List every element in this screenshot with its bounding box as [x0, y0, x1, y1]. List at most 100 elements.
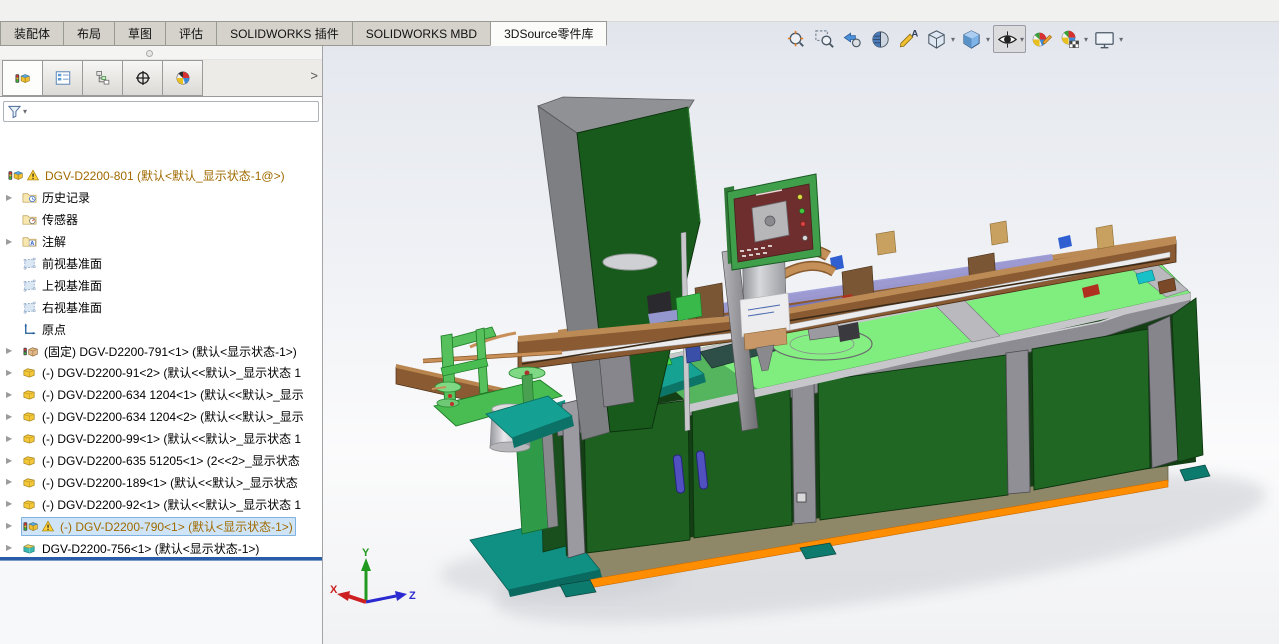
tree-row[interactable]: ▶ (-) DGV-D2200-635 51205<1> (2<<2>_显示状态 [0, 450, 322, 472]
tree-row[interactable]: ▶ (-) DGV-D2200-790<1> (默认<显示状态-1>) [0, 515, 322, 537]
view-settings-dropdown-caret[interactable]: ▾ [1119, 35, 1123, 44]
apply-scene-dropdown-caret[interactable]: ▾ [1084, 35, 1088, 44]
hide-show-items-dropdown-caret[interactable]: ▾ [1020, 35, 1024, 44]
folder-gauge-icon [22, 212, 37, 227]
previous-view-icon[interactable] [839, 26, 865, 52]
view-orientation-icon[interactable] [923, 26, 949, 52]
tree-row-content: 历史记录 [21, 188, 93, 207]
panel-expand-chevron[interactable]: > [310, 68, 318, 83]
panel-splitter[interactable] [0, 46, 322, 60]
tree-row[interactable]: 上视基准面 [0, 274, 322, 296]
filter-funnel-icon[interactable] [7, 104, 22, 119]
apply-scene-icon[interactable] [1056, 26, 1082, 52]
tree-row[interactable]: ▶ (-) DGV-D2200-189<1> (默认<<默认>_显示状态 [0, 471, 322, 493]
part-icon [22, 453, 37, 468]
tree-row[interactable]: ▶ (-) DGV-D2200-634 1204<2> (默认<<默认>_显示 [0, 406, 322, 428]
filter-caret-icon[interactable]: ▾ [23, 107, 27, 116]
annotation-visibility-icon[interactable]: A [895, 26, 921, 52]
tree-row-content: (固定) DGV-D2200-791<1> (默认<显示状态-1>) [21, 342, 300, 361]
tree-row[interactable]: 传感器 [0, 209, 322, 231]
expand-arrow-icon[interactable]: ▶ [6, 434, 21, 443]
plane-icon [22, 300, 37, 315]
expand-arrow-icon[interactable]: ▶ [6, 500, 21, 508]
panel-tab-featuremanager-tree[interactable] [2, 60, 43, 96]
panel-tab-configurationmanager[interactable] [82, 60, 123, 96]
tree-row[interactable]: ▶ DGV-D2200-756<1> (默认<显示状态-1>) [0, 537, 322, 559]
feature-tree: DGV-D2200-801 (默认<默认_显示状态-1@>) ▶ 历史记录 传感器 ▶ A… [0, 165, 322, 603]
panel-bottom-area [0, 561, 322, 644]
tree-item-label: (-) DGV-D2200-790<1> (默认<显示状态-1>) [60, 519, 293, 534]
tree-item-label: (-) DGV-D2200-99<1> (默认<<默认>_显示状态 1 [42, 432, 302, 447]
tree-row-content: (-) DGV-D2200-635 51205<1> (2<<2>_显示状态 [21, 451, 303, 470]
zoom-to-area-icon[interactable] [811, 26, 837, 52]
tree-row[interactable]: 右视基准面 [0, 296, 322, 318]
edit-appearance-icon[interactable] [1028, 26, 1054, 52]
tree-item-label: 上视基准面 [42, 278, 103, 293]
commandmanager-tab-strip: 装配体 布局 草图 评估 SOLIDWORKS 插件 SOLIDWORKS MBD 3DSo… [0, 21, 608, 46]
tab-1[interactable]: 装配体 [0, 21, 64, 46]
tree-item-label: 前视基准面 [42, 257, 103, 271]
tree-item-label: (-) DGV-D2200-635 51205<1> (2<<2>_显示状态 [42, 454, 300, 469]
expand-arrow-icon[interactable]: ▶ [6, 456, 21, 465]
folder-a-icon: A [22, 234, 37, 249]
model-control-panel [724, 173, 822, 271]
svg-text:A: A [911, 28, 918, 39]
zoom-to-fit-icon[interactable] [783, 26, 809, 52]
tree-item-label: 历史记录 [42, 191, 91, 206]
tree-row[interactable]: 原点 [0, 318, 322, 340]
plane-icon [22, 256, 37, 271]
tree-item-label: DGV-D2200-756<1> (默认<显示状态-1>) [42, 541, 260, 556]
part-icon [22, 475, 37, 490]
asm-icon [7, 168, 24, 183]
expand-arrow-icon[interactable]: ▶ [6, 478, 21, 486]
tree-item-label: (-) DGV-D2200-92<1> (默认<<默认>_显示状态 1 [42, 497, 302, 512]
tree-row-content: (-) DGV-D2200-634 1204<2> (默认<<默认>_显示 [21, 407, 307, 426]
tree-row-content: A 注解 [21, 232, 69, 251]
tree-item-label: 右视基准面 [42, 300, 103, 315]
expand-arrow-icon[interactable]: ▶ [6, 412, 21, 421]
tree-row[interactable]: ▶ (-) DGV-D2200-91<2> (默认<<默认>_显示状态 1 [0, 362, 322, 384]
tree-row[interactable]: ▶ (-) DGV-D2200-634 1204<1> (默认<<默认>_显示 [0, 384, 322, 406]
origin-icon [22, 322, 37, 337]
view-orientation-dropdown-caret[interactable]: ▾ [951, 35, 955, 44]
reference-triad: Y Z X [330, 547, 416, 604]
panel-tab-dimxpertmanager[interactable] [122, 60, 163, 96]
expand-arrow-icon[interactable]: ▶ [6, 237, 21, 246]
tree-filter-input[interactable]: ▾ [3, 101, 319, 122]
panel-tab-displaymanager[interactable] [162, 60, 203, 96]
expand-arrow-icon[interactable]: ▶ [6, 193, 21, 202]
tree-row-content: 前视基准面 [21, 254, 105, 273]
splitter-handle-icon[interactable] [146, 50, 153, 57]
expand-arrow-icon[interactable]: ▶ [6, 368, 21, 377]
hide-show-items-pressed-group: ▾ [993, 25, 1027, 53]
hide-show-items-icon[interactable] [994, 26, 1020, 52]
expand-arrow-icon[interactable]: ▶ [6, 347, 21, 355]
tab-4[interactable]: 评估 [165, 21, 217, 46]
expand-arrow-icon[interactable]: ▶ [6, 390, 21, 399]
tree-row[interactable]: 前视基准面 [0, 253, 322, 275]
tab-5[interactable]: SOLIDWORKS 插件 [216, 21, 352, 46]
tree-item-label: (固定) DGV-D2200-791<1> (默认<显示状态-1>) [44, 344, 297, 359]
display-style-icon[interactable] [958, 26, 984, 52]
expand-arrow-icon[interactable]: ▶ [6, 522, 21, 530]
display-style-dropdown-caret[interactable]: ▾ [986, 35, 990, 44]
tab-3[interactable]: 草图 [114, 21, 166, 46]
tree-row[interactable]: ▶ (-) DGV-D2200-92<1> (默认<<默认>_显示状态 1 [0, 493, 322, 515]
tree-row-content: 上视基准面 [21, 276, 105, 295]
tab-7[interactable]: 3DSource零件库 [490, 21, 608, 46]
headsup-view-toolbar: A ▾ ▾ ▾ ▾ ▾ [783, 25, 1124, 53]
tree-row[interactable]: ▶ (-) DGV-D2200-99<1> (默认<<默认>_显示状态 1 [0, 428, 322, 450]
tab-2[interactable]: 布局 [63, 21, 115, 46]
tree-row[interactable]: ▶ A 注解 [0, 231, 322, 253]
panel-tab-propertymanager[interactable] [42, 60, 83, 96]
folder-clock-icon [22, 190, 37, 205]
svg-text:A: A [30, 241, 34, 247]
section-view-icon[interactable] [867, 26, 893, 52]
view-settings-icon[interactable] [1091, 26, 1117, 52]
tree-row[interactable]: ▶ 历史记录 [0, 187, 322, 209]
tree-row[interactable]: DGV-D2200-801 (默认<默认_显示状态-1@>) [0, 165, 322, 187]
tree-row[interactable]: ▶ (固定) DGV-D2200-791<1> (默认<显示状态-1>) [0, 340, 322, 362]
tab-6[interactable]: SOLIDWORKS MBD [351, 21, 491, 46]
expand-arrow-icon[interactable]: ▶ [6, 544, 21, 552]
tree-row-content: DGV-D2200-756<1> (默认<显示状态-1>) [21, 539, 262, 558]
